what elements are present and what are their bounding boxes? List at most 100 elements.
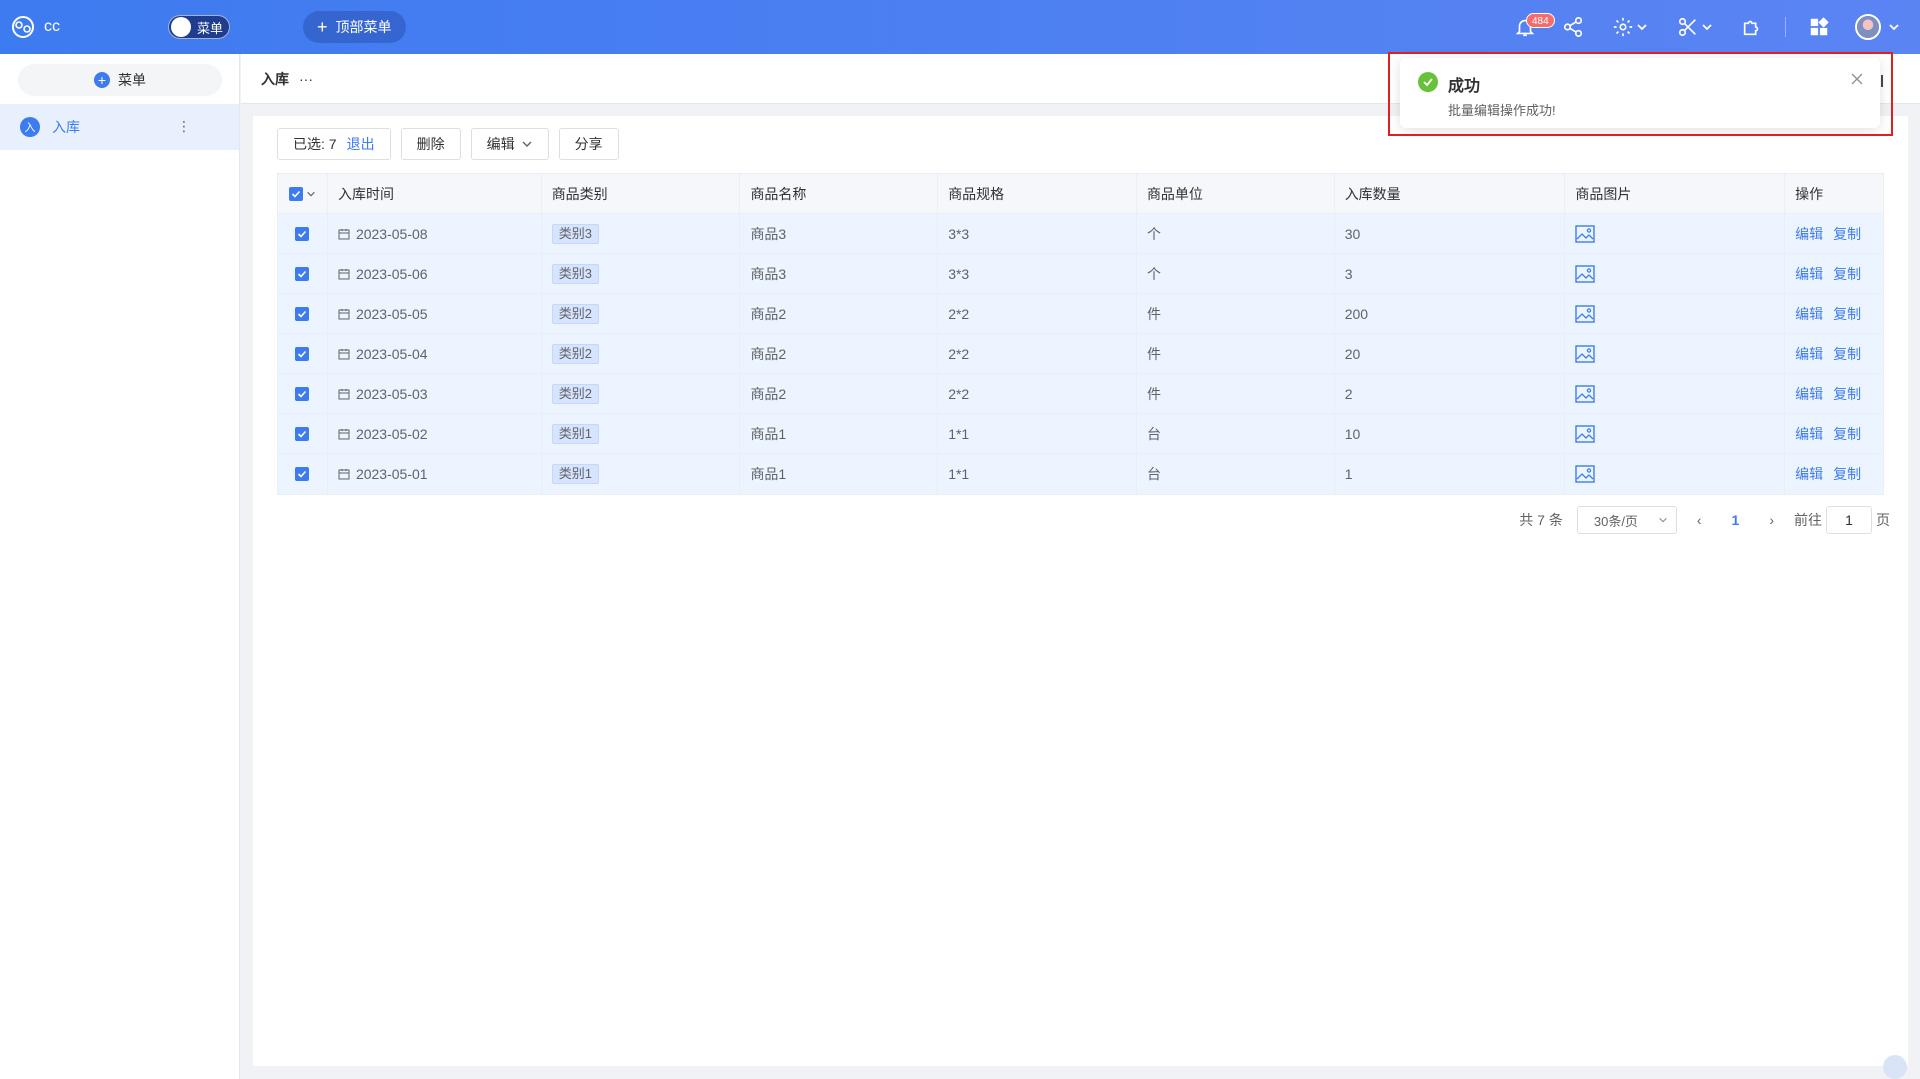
checkbox-checked[interactable]	[288, 186, 303, 201]
row-select-cell[interactable]	[278, 414, 328, 453]
row-copy-link[interactable]: 复制	[1833, 264, 1861, 284]
image-cell	[1565, 254, 1786, 293]
row-select-cell[interactable]	[278, 214, 328, 253]
checkbox-checked[interactable]	[295, 467, 310, 481]
actions-cell: 编辑 复制	[1785, 254, 1883, 293]
image-icon[interactable]	[1575, 224, 1596, 243]
row-edit-link[interactable]: 编辑	[1795, 344, 1823, 364]
row-select-cell[interactable]	[278, 454, 328, 494]
delete-button[interactable]: 删除	[400, 128, 461, 160]
name-cell: 商品3	[740, 254, 939, 293]
sidebar: + 菜单 入 入库 ⋮	[0, 54, 240, 1079]
image-icon[interactable]	[1575, 384, 1596, 403]
row-select-cell[interactable]	[278, 254, 328, 293]
check-icon	[298, 470, 307, 478]
table-row[interactable]: 2023-05-02 类别1 商品1 1*1 台 10 编辑 复制	[278, 414, 1883, 454]
quantity-cell: 3	[1335, 254, 1566, 293]
notification-button[interactable]: 484	[1514, 13, 1555, 39]
row-copy-link[interactable]: 复制	[1833, 344, 1861, 364]
current-page[interactable]: 1	[1722, 512, 1750, 528]
next-page-button[interactable]: ›	[1763, 512, 1780, 528]
row-select-cell[interactable]	[278, 294, 328, 333]
category-cell: 类别1	[542, 414, 741, 453]
checkbox-checked[interactable]	[295, 386, 310, 401]
checkbox-checked[interactable]	[295, 346, 310, 361]
user-dropdown[interactable]	[1886, 15, 1900, 39]
calendar-icon	[338, 228, 350, 239]
check-icon	[291, 190, 301, 198]
notification-badge: 484	[1526, 13, 1555, 28]
prev-page-button[interactable]: ‹	[1691, 512, 1708, 528]
row-edit-link[interactable]: 编辑	[1795, 464, 1823, 484]
row-copy-link[interactable]: 复制	[1833, 224, 1861, 244]
total-count: 共 7 条	[1519, 512, 1563, 528]
more-horizontal-icon[interactable]: ···	[299, 71, 313, 87]
header-cell: 操作	[1795, 185, 1824, 202]
spec-cell: 2*2	[938, 374, 1137, 413]
row-edit-link[interactable]: 编辑	[1795, 384, 1823, 404]
apps-button[interactable]	[1808, 15, 1830, 39]
row-copy-link[interactable]: 复制	[1833, 424, 1861, 444]
add-menu-button[interactable]: + 菜单	[18, 64, 222, 96]
header-cell: 商品图片	[1565, 174, 1786, 213]
table-row[interactable]: 2023-05-08 类别3 商品3 3*3 个 30 编辑 复制	[278, 214, 1883, 254]
row-select-cell[interactable]	[278, 334, 328, 373]
table-row[interactable]: 2023-05-03 类别2 商品2 2*2 件 2 编辑 复制	[278, 374, 1883, 414]
menu-toggle-label: 菜单	[197, 20, 224, 36]
quantity-cell: 2	[1335, 374, 1566, 413]
share-button-toolbar[interactable]: 分享	[558, 128, 619, 160]
table-row[interactable]: 2023-05-06 类别3 商品3 3*3 个 3 编辑 复制	[278, 254, 1883, 294]
select-all-cell[interactable]	[278, 174, 328, 213]
date-cell: 2023-05-01	[328, 454, 542, 494]
actions-cell: 编辑 复制	[1785, 454, 1883, 494]
date-text: 2023-05-01	[355, 466, 428, 482]
plugin-button[interactable]	[1741, 15, 1763, 39]
checkbox-checked[interactable]	[295, 426, 310, 441]
quantity-cell: 10	[1335, 414, 1566, 453]
image-icon[interactable]	[1575, 465, 1596, 483]
checkbox-checked[interactable]	[295, 266, 310, 281]
goto-page-input[interactable]: 1	[1826, 506, 1872, 534]
row-copy-link[interactable]: 复制	[1833, 384, 1861, 404]
app-logo[interactable]: cc	[10, 14, 60, 40]
puzzle-icon	[1743, 20, 1759, 36]
name-cell: 商品1	[740, 414, 939, 453]
more-vertical-icon[interactable]: ⋮	[177, 118, 191, 135]
category-tag: 类别3	[551, 263, 599, 284]
help-bubble-icon[interactable]	[1883, 1055, 1907, 1079]
edit-dropdown-button[interactable]: 编辑	[470, 128, 549, 160]
image-icon[interactable]	[1575, 344, 1596, 363]
row-edit-link[interactable]: 编辑	[1795, 304, 1823, 324]
tools-dropdown[interactable]	[1677, 15, 1713, 39]
batch-toolbar: 已选: 7 退出 删除 编辑 分享	[277, 128, 619, 160]
date-text: 2023-05-08	[355, 225, 428, 242]
sidebar-item-inbound[interactable]: 入 入库 ⋮	[0, 104, 239, 150]
table-row[interactable]: 2023-05-05 类别2 商品2 2*2 件 200 编辑 复制	[278, 294, 1883, 334]
table-row[interactable]: 2023-05-01 类别1 商品1 1*1 台 1 编辑 复制	[278, 454, 1883, 494]
actions-cell: 编辑 复制	[1785, 334, 1883, 373]
checkbox-checked[interactable]	[295, 226, 310, 241]
selected-count-text: 已选: 7	[293, 136, 337, 152]
row-select-cell[interactable]	[278, 374, 328, 413]
settings-dropdown[interactable]	[1612, 15, 1648, 39]
row-edit-link[interactable]: 编辑	[1795, 224, 1823, 244]
table-row[interactable]: 2023-05-04 类别2 商品2 2*2 件 20 编辑 复制	[278, 334, 1883, 374]
checkbox-checked[interactable]	[295, 306, 310, 321]
row-edit-link[interactable]: 编辑	[1795, 264, 1823, 284]
image-icon[interactable]	[1575, 424, 1596, 443]
header-cell: 入库数量	[1335, 174, 1566, 213]
top-menu-button[interactable]: + 顶部菜单	[303, 11, 406, 43]
chevron-down-icon[interactable]	[306, 189, 316, 199]
grid-icon	[1810, 17, 1829, 36]
menu-toggle[interactable]: 菜单	[168, 15, 230, 39]
user-avatar[interactable]	[1855, 14, 1881, 40]
page-size-select[interactable]: 30条/页	[1576, 506, 1677, 534]
image-icon[interactable]	[1575, 264, 1596, 283]
row-copy-link[interactable]: 复制	[1833, 304, 1861, 324]
category-tag: 类别1	[551, 423, 599, 444]
row-edit-link[interactable]: 编辑	[1795, 424, 1823, 444]
share-button[interactable]	[1562, 15, 1584, 39]
image-icon[interactable]	[1575, 304, 1596, 323]
row-copy-link[interactable]: 复制	[1833, 464, 1861, 484]
exit-selection-link[interactable]: 退出	[347, 134, 375, 154]
